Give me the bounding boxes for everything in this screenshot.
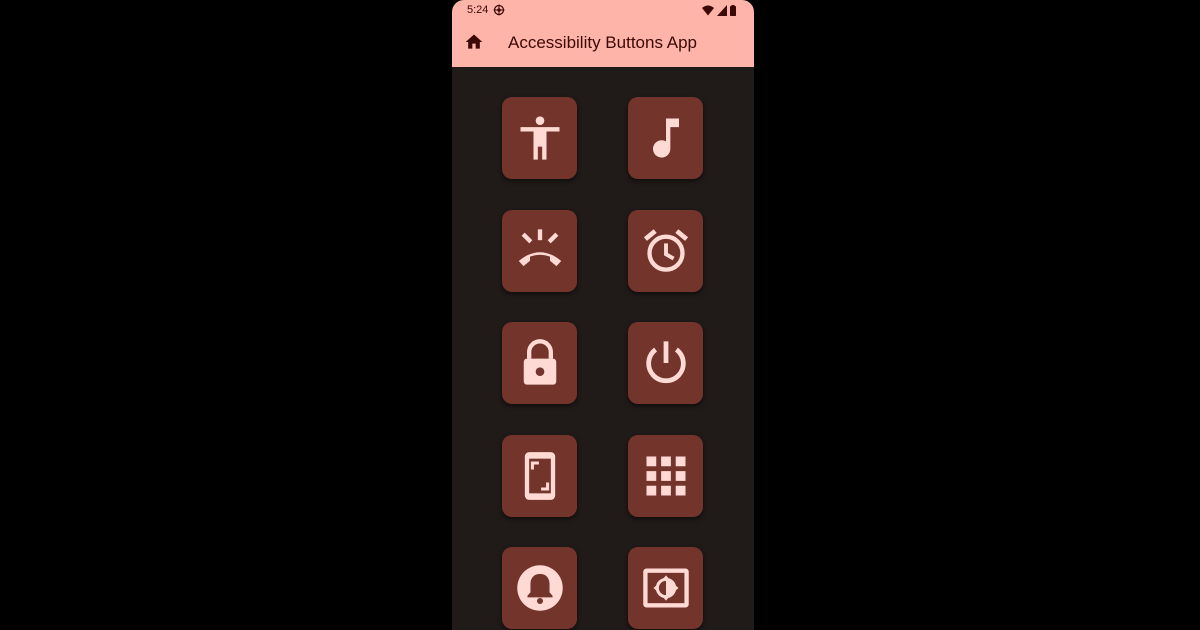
notification-bell-icon: [516, 565, 563, 611]
status-icons: [702, 4, 736, 16]
home-icon[interactable]: [464, 32, 484, 52]
lock-icon: [523, 339, 556, 385]
screenshot-button[interactable]: [502, 435, 577, 517]
screenshot-phone-icon: [524, 452, 555, 500]
music-button[interactable]: [628, 97, 703, 179]
app-title: Accessibility Buttons App: [508, 33, 697, 52]
toolbar: Accessibility Buttons App: [452, 22, 754, 67]
settings-gear-icon: [493, 4, 505, 16]
buttons-grid: [452, 67, 754, 630]
keypad-button[interactable]: [628, 435, 703, 517]
status-time: 5:24: [467, 4, 489, 16]
wifi-icon: [702, 5, 714, 15]
ringing-phone-icon: [518, 229, 561, 267]
alarm-button[interactable]: [628, 210, 703, 292]
phone-screen: 5:24 Accessibility Buttons App: [452, 0, 754, 630]
power-button[interactable]: [628, 322, 703, 404]
accessibility-icon: [520, 116, 559, 160]
status-bar: 5:24: [452, 0, 754, 22]
lock-button[interactable]: [502, 322, 577, 404]
battery-icon: [730, 4, 736, 16]
accessibility-button[interactable]: [502, 97, 577, 179]
brightness-button[interactable]: [628, 547, 703, 629]
ringing-phone-button[interactable]: [502, 210, 577, 292]
music-note-icon: [652, 118, 679, 158]
notification-button[interactable]: [502, 547, 577, 629]
app-bar: 5:24 Accessibility Buttons App: [452, 0, 754, 67]
power-icon: [645, 341, 686, 384]
signal-icon: [717, 4, 727, 16]
alarm-clock-icon: [643, 229, 688, 272]
keypad-grid-icon: [646, 456, 685, 496]
brightness-icon: [642, 568, 689, 608]
